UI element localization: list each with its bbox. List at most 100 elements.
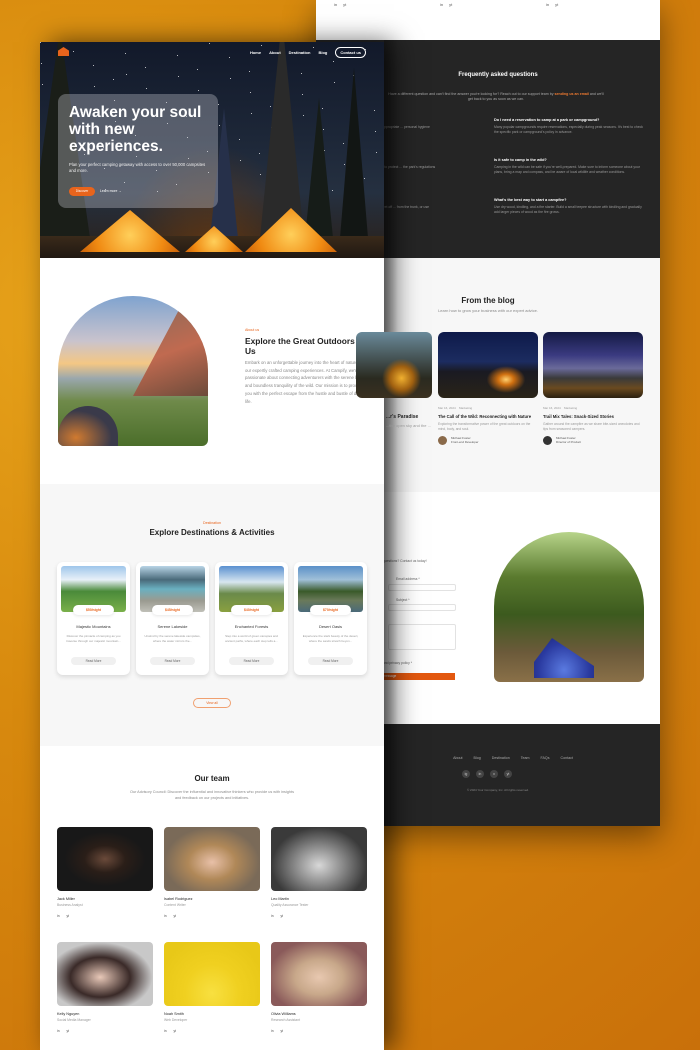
blog-post[interactable]: ...r's Paradise ...the open sky and the … bbox=[356, 332, 432, 429]
post-title[interactable]: The Call of the Wild: Reconnecting with … bbox=[438, 414, 538, 419]
member-role: Quality Assurance Tester bbox=[271, 903, 309, 907]
x-icon[interactable]: x bbox=[490, 770, 498, 778]
tent-image bbox=[80, 210, 180, 252]
member-role: Content Writer bbox=[164, 903, 186, 907]
read-more-button[interactable]: Read More bbox=[150, 657, 195, 665]
linkedin-icon[interactable]: in bbox=[57, 1029, 59, 1033]
about-section: About us Explore the Great Outdoors with… bbox=[40, 258, 384, 484]
destination-card[interactable]: $70/night Desert Oasis Experience the star… bbox=[294, 562, 367, 675]
destination-card[interactable]: $40/night Enchanted Forests Step into a wo… bbox=[215, 562, 288, 675]
youtube-icon[interactable]: yt bbox=[173, 1029, 175, 1033]
destination-description: Discover the pinnacle of camping as you … bbox=[66, 634, 121, 643]
youtube-icon[interactable]: yt bbox=[280, 914, 282, 918]
nav-about[interactable]: About bbox=[269, 50, 281, 55]
member-photo bbox=[57, 827, 153, 891]
hero-section: Home About Destination Blog Contact us A… bbox=[40, 42, 384, 258]
star bbox=[376, 152, 377, 153]
beach-sunset-image bbox=[58, 296, 208, 446]
message-textarea[interactable] bbox=[388, 624, 456, 650]
youtube-icon[interactable]: yt bbox=[280, 1029, 282, 1033]
footer-link-team[interactable]: Team bbox=[521, 756, 530, 760]
subject-field[interactable] bbox=[388, 604, 456, 611]
forest-tent-image bbox=[494, 532, 644, 682]
destination-description: Unwind by the serene lakeside campsites,… bbox=[144, 634, 201, 643]
read-more-button[interactable]: Read More bbox=[308, 657, 353, 665]
contact-us-button[interactable]: Contact us bbox=[335, 47, 366, 58]
post-excerpt: Gather around the campfire as we share b… bbox=[543, 422, 640, 431]
blog-post[interactable]: Mar 16, 2024 Marketing Trail Mix Tales: … bbox=[543, 332, 643, 445]
post-date: Mar 16, 2024 bbox=[438, 406, 456, 410]
instagram-icon[interactable]: ig bbox=[462, 770, 470, 778]
youtube-icon[interactable]: yt bbox=[504, 770, 512, 778]
member-photo bbox=[57, 942, 153, 1006]
team-member: Leo Martin Quality Assurance Tester in yt bbox=[271, 827, 367, 918]
linkedin-icon[interactable]: in bbox=[164, 914, 166, 918]
member-photo bbox=[164, 942, 260, 1006]
linkedin-icon[interactable]: in bbox=[334, 2, 337, 7]
team-subtitle: Our Advisory Council: Discover the influ… bbox=[130, 790, 294, 801]
member-name: Isabel Rodriguez bbox=[164, 897, 193, 901]
footer-link-faqs[interactable]: FAQs bbox=[541, 756, 550, 760]
footer-link-destination[interactable]: Destination bbox=[492, 756, 510, 760]
price-badge: $45/night bbox=[152, 605, 193, 615]
linkedin-icon[interactable]: in bbox=[271, 1029, 273, 1033]
nav-home[interactable]: Home bbox=[250, 50, 261, 55]
email-label: Email address * bbox=[396, 577, 420, 581]
destination-name: Desert Oasis bbox=[318, 624, 343, 629]
star bbox=[334, 82, 335, 83]
star bbox=[250, 92, 251, 93]
youtube-icon[interactable]: yt bbox=[449, 2, 452, 7]
blog-post[interactable]: Mar 16, 2024 Marketing The Call of the W… bbox=[438, 332, 538, 445]
star bbox=[249, 71, 250, 72]
youtube-icon[interactable]: yt bbox=[66, 914, 68, 918]
learn-more-link[interactable]: Learn more → bbox=[100, 187, 122, 196]
member-photo bbox=[271, 942, 367, 1006]
footer-link-blog[interactable]: Blog bbox=[474, 756, 481, 760]
nav-destination[interactable]: Destination bbox=[289, 50, 311, 55]
linkedin-icon[interactable]: in bbox=[476, 770, 484, 778]
destination-card[interactable]: $50/night Majestic Mountains Discover the … bbox=[57, 562, 130, 675]
star bbox=[251, 113, 252, 114]
view-all-button[interactable]: View all bbox=[193, 698, 231, 708]
linkedin-icon[interactable]: in bbox=[164, 1029, 166, 1033]
faq-answer: Camping in the wild can be safe if you'r… bbox=[494, 165, 640, 175]
youtube-icon[interactable]: yt bbox=[343, 2, 346, 7]
discover-button[interactable]: Discover bbox=[69, 187, 95, 196]
about-eyebrow: About us bbox=[245, 328, 260, 332]
star bbox=[125, 53, 126, 54]
post-title[interactable]: ...r's Paradise bbox=[356, 414, 432, 420]
post-category[interactable]: Marketing bbox=[564, 406, 577, 410]
post-title[interactable]: Trail Mix Tales: Snack-Sized Stories bbox=[543, 414, 643, 419]
read-more-button[interactable]: Read More bbox=[71, 657, 116, 665]
price-badge: $50/night bbox=[73, 605, 114, 615]
youtube-icon[interactable]: yt bbox=[173, 914, 175, 918]
linkedin-icon[interactable]: in bbox=[440, 2, 443, 7]
star bbox=[374, 110, 375, 111]
member-role: Social Media Manager bbox=[57, 1018, 91, 1022]
member-name: Jack Miller bbox=[57, 897, 75, 901]
star bbox=[218, 104, 219, 105]
avatar bbox=[438, 435, 447, 445]
youtube-icon[interactable]: yt bbox=[66, 1029, 68, 1033]
faq-intro: Have a different question and can't find… bbox=[386, 92, 606, 103]
post-image bbox=[438, 332, 538, 398]
linkedin-icon[interactable]: in bbox=[271, 914, 273, 918]
footer-link-contact[interactable]: Contact bbox=[561, 756, 573, 760]
read-more-button[interactable]: Read More bbox=[229, 657, 274, 665]
price-badge: $70/night bbox=[310, 605, 351, 615]
star bbox=[177, 55, 178, 56]
about-body: Embark on an unforgettable journey into … bbox=[245, 360, 369, 404]
nav-blog[interactable]: Blog bbox=[318, 50, 327, 55]
footer-link-about[interactable]: About bbox=[453, 756, 462, 760]
email-field[interactable] bbox=[388, 584, 456, 591]
destination-card[interactable]: $45/night Serene Lakeside Unwind by the se… bbox=[136, 562, 209, 675]
destination-description: Step into a world of green canopies and … bbox=[225, 634, 278, 643]
linkedin-icon[interactable]: in bbox=[57, 914, 59, 918]
linkedin-icon[interactable]: in bbox=[546, 2, 549, 7]
star bbox=[240, 160, 241, 161]
email-link[interactable]: sending us an email bbox=[555, 92, 589, 96]
team-member: Jack Miller Business Analyst in yt bbox=[57, 827, 153, 918]
youtube-icon[interactable]: yt bbox=[555, 2, 558, 7]
post-category[interactable]: Marketing bbox=[459, 406, 472, 410]
member-role: Web Developer bbox=[164, 1018, 188, 1022]
